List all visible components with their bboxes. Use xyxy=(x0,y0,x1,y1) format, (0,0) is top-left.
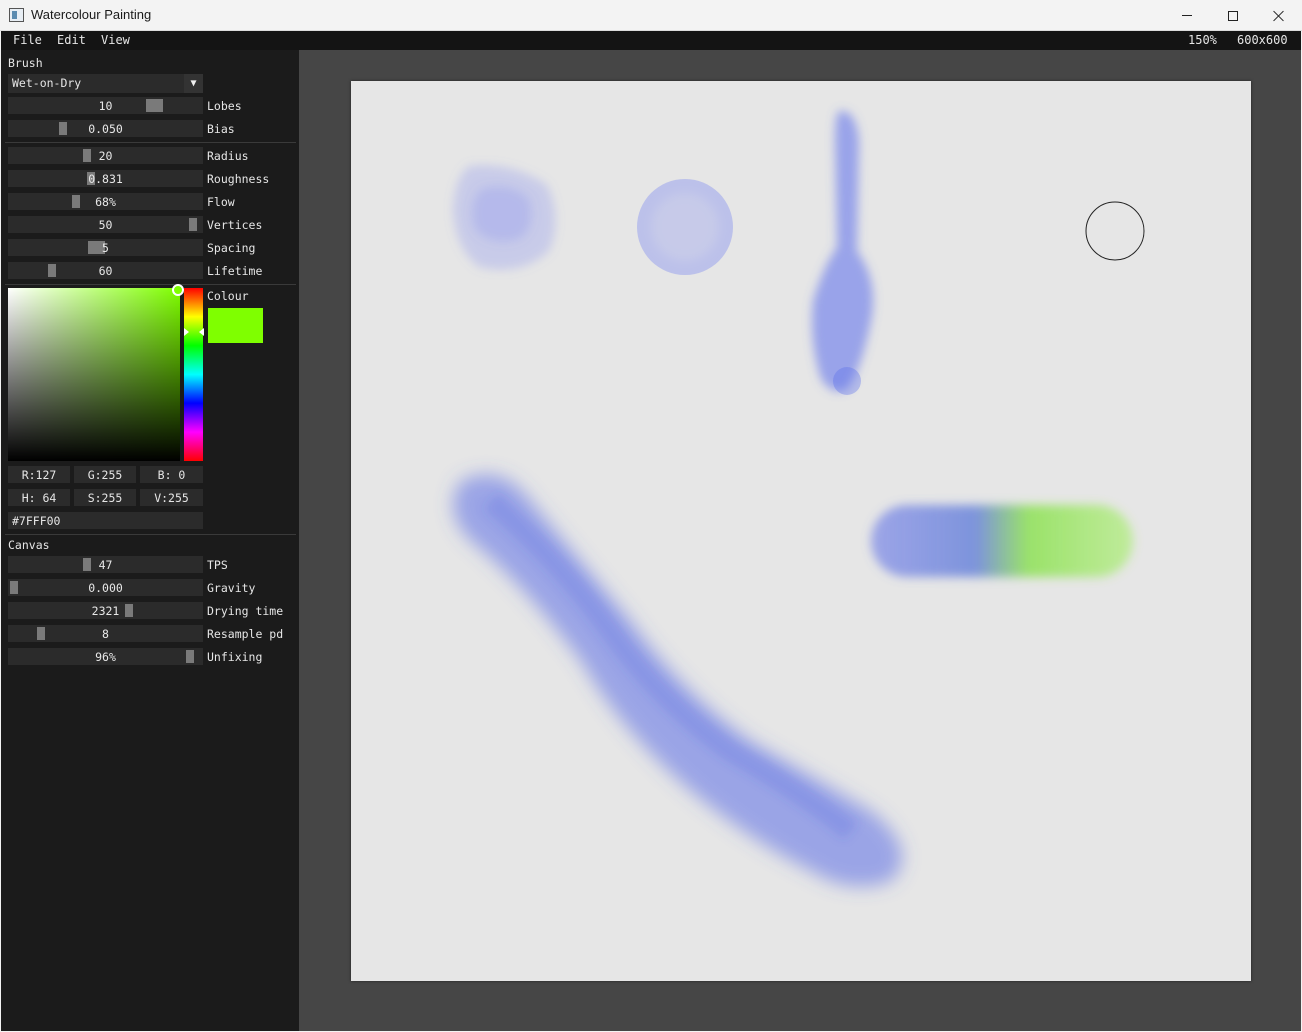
painting-canvas[interactable] xyxy=(351,81,1251,981)
hue-field[interactable]: H: 64 xyxy=(8,489,70,506)
zoom-level: 150% xyxy=(1188,33,1217,47)
vertices-slider[interactable]: 50 xyxy=(8,216,203,233)
spacing-label: Spacing xyxy=(207,241,256,255)
tps-label: TPS xyxy=(207,558,228,572)
paint-circle xyxy=(637,179,733,275)
window-title: Watercolour Painting xyxy=(31,7,152,22)
saturation-value-picker[interactable] xyxy=(8,288,180,461)
radius-slider[interactable]: 20 xyxy=(8,147,203,164)
hue-slider[interactable] xyxy=(184,288,203,461)
canvas-section-title: Canvas xyxy=(8,538,50,552)
bias-label: Bias xyxy=(207,122,235,136)
tps-slider[interactable]: 47 xyxy=(8,556,203,573)
blue-field[interactable]: B: 0 xyxy=(140,466,203,483)
unfixing-slider[interactable]: 96% xyxy=(8,648,203,665)
hue-marker-left xyxy=(184,328,189,336)
lobes-label: Lobes xyxy=(207,99,242,113)
minimize-button[interactable] xyxy=(1164,0,1210,31)
bias-slider[interactable]: 0.050 xyxy=(8,120,203,137)
radius-label: Radius xyxy=(207,149,249,163)
flow-slider[interactable]: 68% xyxy=(8,193,203,210)
unfixing-label: Unfixing xyxy=(207,650,263,664)
slider-value: 0.831 xyxy=(88,172,123,186)
gravity-label: Gravity xyxy=(207,581,256,595)
lobes-slider[interactable]: 10 xyxy=(8,97,203,114)
slider-value: 50 xyxy=(98,218,113,232)
menu-view[interactable]: View xyxy=(101,33,130,47)
resample-slider[interactable]: 8 xyxy=(8,625,203,642)
separator xyxy=(5,534,296,535)
slider-value: 5 xyxy=(102,241,109,255)
slider-value: 47 xyxy=(98,558,113,572)
menu-bar: File Edit View 150% 600x600 xyxy=(1,31,1301,50)
roughness-slider[interactable]: 0.831 xyxy=(8,170,203,187)
red-field[interactable]: R:127 xyxy=(8,466,70,483)
colour-swatch[interactable] xyxy=(208,308,263,343)
lifetime-slider[interactable]: 60 xyxy=(8,262,203,279)
colour-picker-cursor[interactable] xyxy=(172,284,184,296)
menu-file[interactable]: File xyxy=(13,33,42,47)
hex-field[interactable]: #7FFF00 xyxy=(8,512,203,529)
gravity-slider[interactable]: 0.000 xyxy=(8,579,203,596)
maximize-icon xyxy=(1228,10,1238,21)
slider-value: 60 xyxy=(98,264,113,278)
slider-value: 20 xyxy=(98,149,113,163)
drying-time-label: Drying time xyxy=(207,604,284,618)
separator xyxy=(5,284,296,285)
slider-value: 68% xyxy=(95,195,116,209)
brush-mode-select[interactable]: Wet-on-Dry ▼ xyxy=(8,74,203,93)
slider-value: 0.000 xyxy=(88,581,123,595)
window-titlebar: Watercolour Painting xyxy=(0,0,1302,31)
green-field[interactable]: G:255 xyxy=(74,466,136,483)
slider-value: 2321 xyxy=(91,604,120,618)
resample-label: Resample pd xyxy=(207,627,284,641)
minimize-icon xyxy=(1182,15,1192,16)
menu-edit[interactable]: Edit xyxy=(57,33,86,47)
slider-value: 10 xyxy=(98,99,113,113)
saturation-field[interactable]: S:255 xyxy=(74,489,136,506)
value-field[interactable]: V:255 xyxy=(140,489,203,506)
paint-blend-stroke xyxy=(871,505,1133,577)
brush-mode-value: Wet-on-Dry xyxy=(12,76,82,90)
close-button[interactable] xyxy=(1256,0,1302,31)
brush-section-title: Brush xyxy=(8,56,43,70)
app-icon xyxy=(9,8,24,22)
maximize-button[interactable] xyxy=(1210,0,1256,31)
spacing-slider[interactable]: 5 xyxy=(8,239,203,256)
flow-label: Flow xyxy=(207,195,235,209)
slider-value: 96% xyxy=(95,650,116,664)
drying-time-slider[interactable]: 2321 xyxy=(8,602,203,619)
close-icon xyxy=(1273,10,1285,22)
lifetime-label: Lifetime xyxy=(207,264,263,278)
chevron-down-icon[interactable]: ▼ xyxy=(184,74,203,93)
settings-panel: Brush Wet-on-Dry ▼ 10 Lobes 0.050 Bias 2… xyxy=(1,50,299,1031)
slider-value: 8 xyxy=(102,627,109,641)
canvas-size: 600x600 xyxy=(1237,33,1288,47)
colour-label: Colour xyxy=(207,289,249,303)
hue-marker-right xyxy=(199,328,204,336)
roughness-label: Roughness xyxy=(207,172,270,186)
vertices-label: Vertices xyxy=(207,218,263,232)
slider-value: 0.050 xyxy=(88,122,123,136)
separator xyxy=(5,142,296,143)
paint-blob xyxy=(453,165,556,270)
